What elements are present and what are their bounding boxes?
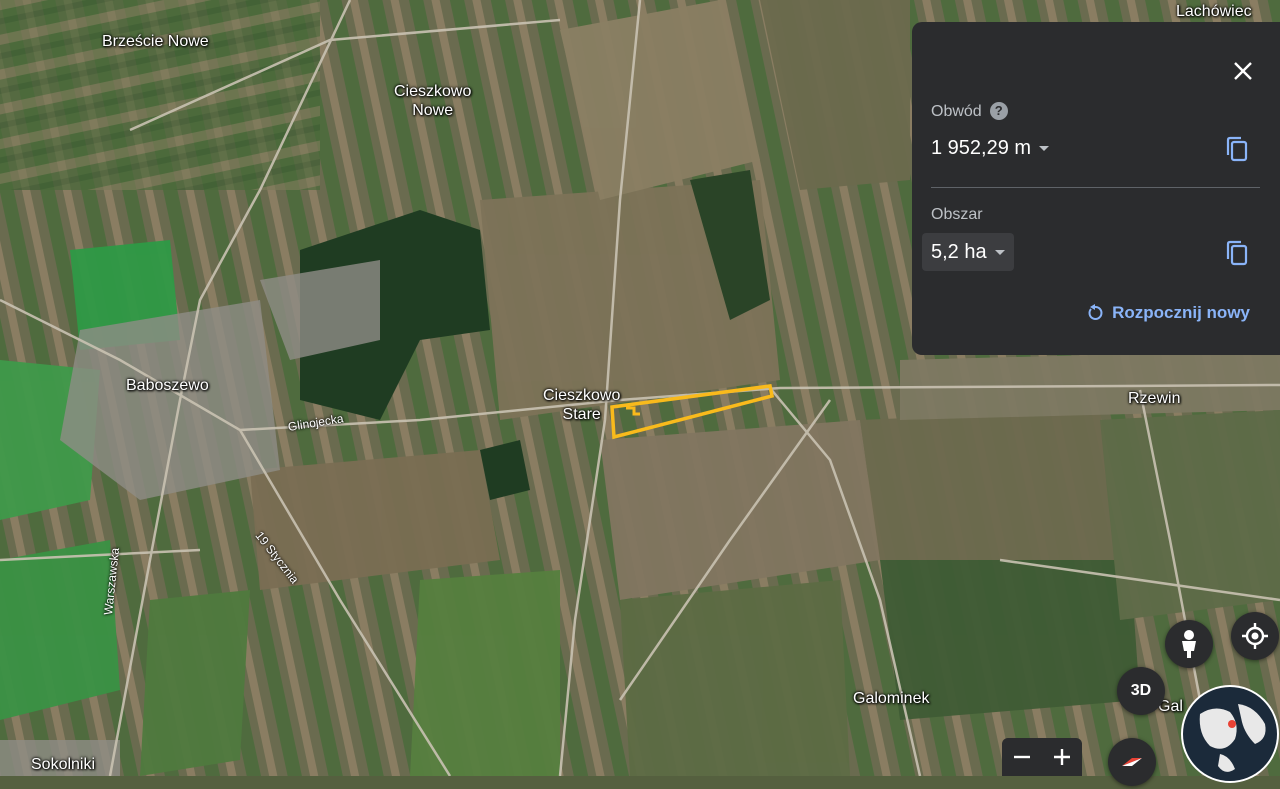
zoom-controls: [1002, 738, 1082, 776]
place-label-rzewin: Rzewin: [1128, 390, 1181, 407]
perimeter-value: 1 952,29 m: [931, 136, 1032, 159]
3d-toggle-button[interactable]: 3D: [1117, 667, 1165, 715]
copy-area-button[interactable]: [1224, 239, 1250, 267]
zoom-in-button[interactable]: [1042, 738, 1082, 776]
zoom-out-icon: [1014, 755, 1030, 759]
globe-button[interactable]: [1180, 684, 1280, 784]
area-value: 5,2 ha: [931, 240, 987, 263]
globe-icon: [1181, 685, 1279, 783]
restart-icon: [1088, 304, 1103, 320]
restart-label: Rozpocznij nowy: [1112, 303, 1250, 322]
place-label-brzescie-nowe: Brzeście Nowe: [102, 33, 209, 50]
perimeter-label-row: Obwód?: [931, 102, 1008, 121]
place-label-galominek: Galominek: [853, 690, 930, 707]
close-icon: [1234, 62, 1252, 80]
place-label-lachowiec: Lachówiec: [1176, 3, 1252, 20]
close-button[interactable]: [1232, 60, 1254, 82]
copy-icon: [1226, 240, 1248, 266]
restart-button[interactable]: Rozpocznij nowy: [1086, 303, 1250, 323]
my-location-icon: [1242, 623, 1268, 649]
perimeter-unit-dropdown[interactable]: 1 952,29 m: [922, 129, 1058, 167]
copy-perimeter-button[interactable]: [1224, 135, 1250, 163]
chevron-down-icon: [1039, 145, 1050, 151]
pegman-icon: [1182, 630, 1196, 658]
measure-panel: Obwód? 1 952,29 m Obszar 5,2 ha Rozpoczn…: [912, 22, 1280, 355]
divider: [931, 187, 1260, 188]
area-unit-dropdown[interactable]: 5,2 ha: [922, 233, 1014, 271]
zoom-in-icon: [1054, 749, 1070, 765]
help-icon[interactable]: ?: [989, 102, 1008, 120]
place-label-baboszewo: Baboszewo: [126, 377, 209, 394]
area-label: Obszar: [931, 206, 983, 223]
compass-button[interactable]: [1108, 738, 1156, 786]
street-view-button[interactable]: [1165, 620, 1213, 668]
my-location-button[interactable]: [1231, 612, 1279, 660]
place-label-cieszkowo-stare: Cieszkowo Stare: [543, 387, 621, 423]
place-label-cieszkowo-nowe: Cieszkowo Nowe: [394, 83, 472, 119]
copy-icon: [1226, 136, 1248, 162]
perimeter-label: Obwód: [931, 103, 982, 120]
zoom-out-button[interactable]: [1002, 738, 1042, 776]
place-label-sokolniki: Sokolniki: [31, 756, 96, 773]
chevron-down-icon: [994, 249, 1005, 255]
compass-icon: [1122, 758, 1142, 766]
